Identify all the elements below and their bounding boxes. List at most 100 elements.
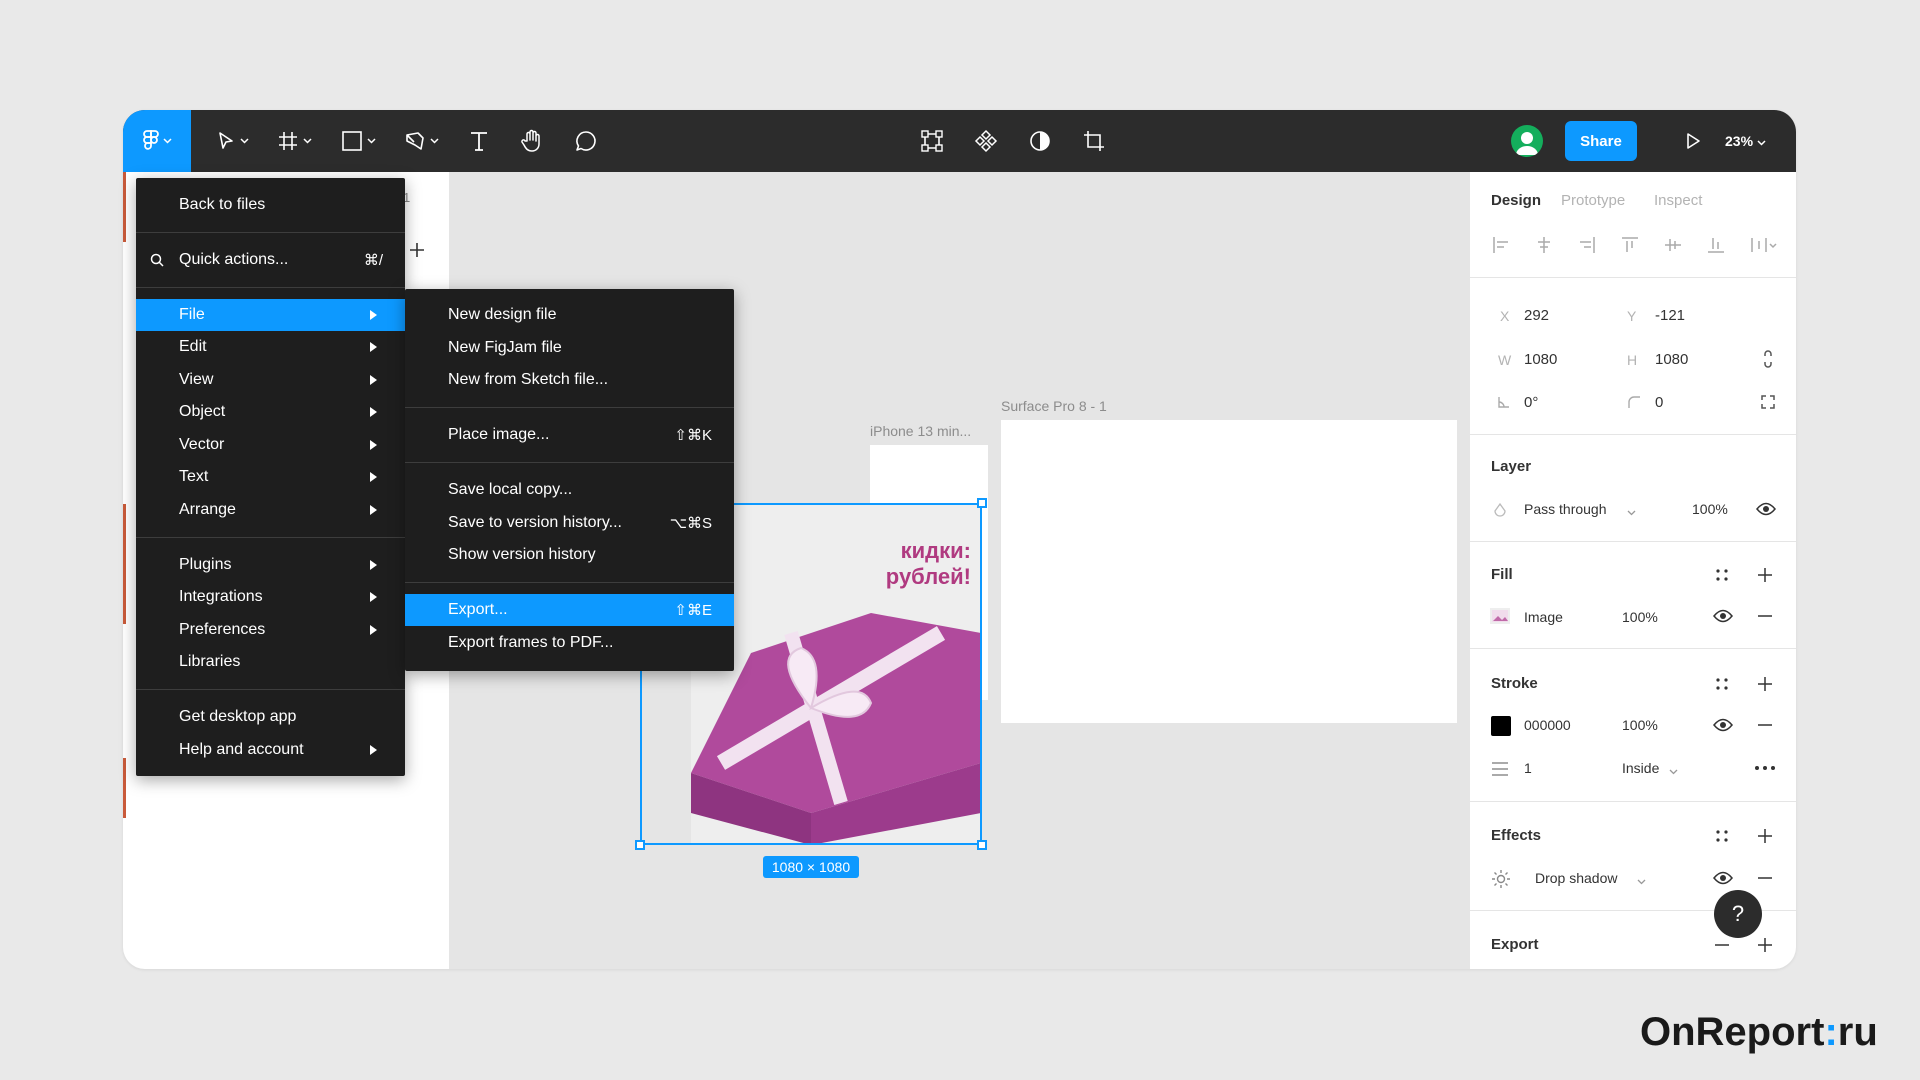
stroke-position-dropdown[interactable]: Inside — [1622, 760, 1659, 776]
frame-label-surface[interactable]: Surface Pro 8 - 1 — [1001, 398, 1107, 414]
fill-opacity-field[interactable]: 100% — [1622, 609, 1658, 625]
menu-item-object[interactable]: Object — [136, 396, 405, 428]
main-menu-button[interactable] — [123, 110, 191, 172]
pen-tool[interactable] — [396, 110, 446, 172]
tab-inspect[interactable]: Inspect — [1654, 192, 1702, 209]
remove-export-icon[interactable] — [1711, 934, 1733, 956]
stroke-color-field[interactable]: 000000 — [1524, 717, 1571, 733]
remove-stroke-icon[interactable] — [1754, 714, 1776, 736]
independent-corners-icon[interactable] — [1758, 392, 1778, 412]
eye-icon[interactable] — [1711, 867, 1735, 889]
effect-type-dropdown[interactable]: Drop shadow — [1535, 870, 1618, 886]
align-bottom-icon[interactable] — [1705, 234, 1727, 256]
transform-icon — [920, 129, 944, 153]
menu-item-new-from-sketch[interactable]: New from Sketch file... — [405, 364, 734, 396]
tab-prototype[interactable]: Prototype — [1561, 192, 1625, 209]
menu-item-label: Back to files — [179, 196, 266, 213]
edit-object-button[interactable] — [912, 110, 952, 172]
h-field[interactable]: 1080 — [1655, 351, 1688, 368]
menu-item-libraries[interactable]: Libraries — [136, 646, 405, 678]
menu-item-text[interactable]: Text — [136, 461, 405, 493]
zoom-dropdown[interactable]: 23% — [1725, 110, 1766, 172]
add-stroke-icon[interactable] — [1754, 673, 1776, 695]
eye-icon[interactable] — [1711, 605, 1735, 627]
menu-item-save-to-version-history[interactable]: Save to version history... ⌥⌘S — [405, 507, 734, 539]
add-effect-icon[interactable] — [1754, 825, 1776, 847]
remove-fill-icon[interactable] — [1754, 605, 1776, 627]
resize-handle-tr[interactable] — [977, 498, 987, 508]
mask-button[interactable] — [1020, 110, 1060, 172]
align-top-icon[interactable] — [1619, 234, 1641, 256]
comment-tool[interactable] — [566, 110, 606, 172]
more-options-icon[interactable] — [1752, 758, 1778, 778]
frame-tool[interactable] — [269, 110, 319, 172]
crop-button[interactable] — [1074, 110, 1114, 172]
resize-handle-br[interactable] — [977, 840, 987, 850]
blend-mode-dropdown[interactable]: Pass through — [1524, 501, 1607, 517]
eye-icon[interactable] — [1754, 498, 1778, 520]
remove-effect-icon[interactable] — [1754, 867, 1776, 889]
menu-item-help-and-account[interactable]: Help and account — [136, 734, 405, 766]
align-center-h-icon[interactable] — [1533, 234, 1555, 256]
add-page-icon[interactable] — [407, 240, 427, 260]
styles-grid-icon[interactable] — [1711, 673, 1733, 695]
menu-item-view[interactable]: View — [136, 364, 405, 396]
menu-item-file[interactable]: File — [136, 299, 405, 331]
move-tool[interactable] — [207, 110, 257, 172]
share-button[interactable]: Share — [1565, 121, 1637, 161]
sun-icon[interactable] — [1490, 868, 1512, 890]
stroke-color-swatch[interactable] — [1491, 716, 1511, 736]
layer-opacity-field[interactable]: 100% — [1692, 501, 1728, 517]
frame-surface-pro[interactable] — [1001, 420, 1457, 723]
resize-handle-bl[interactable] — [635, 840, 645, 850]
text-tool[interactable] — [459, 110, 499, 172]
menu-item-get-desktop-app[interactable]: Get desktop app — [136, 701, 405, 733]
menu-item-preferences[interactable]: Preferences — [136, 614, 405, 646]
stroke-opacity-field[interactable]: 100% — [1622, 717, 1658, 733]
present-button[interactable] — [1673, 110, 1713, 172]
tab-design[interactable]: Design — [1491, 192, 1541, 209]
y-field[interactable]: -121 — [1655, 307, 1685, 324]
rotation-field[interactable]: 0° — [1524, 394, 1538, 411]
menu-item-label: Libraries — [179, 653, 241, 670]
menu-separator — [136, 689, 405, 690]
fill-type[interactable]: Image — [1524, 609, 1563, 625]
add-export-icon[interactable] — [1754, 934, 1776, 956]
styles-grid-icon[interactable] — [1711, 825, 1733, 847]
menu-item-place-image[interactable]: Place image... ⇧⌘K — [405, 419, 734, 451]
menu-item-export-frames-pdf[interactable]: Export frames to PDF... — [405, 627, 734, 659]
menu-separator — [405, 462, 734, 463]
image-fill-swatch[interactable] — [1490, 608, 1510, 624]
menu-item-arrange[interactable]: Arrange — [136, 494, 405, 526]
menu-item-plugins[interactable]: Plugins — [136, 549, 405, 581]
menu-item-export[interactable]: Export... ⇧⌘E — [405, 594, 734, 626]
menu-item-integrations[interactable]: Integrations — [136, 581, 405, 613]
stroke-weight-field[interactable]: 1 — [1524, 760, 1532, 776]
user-avatar[interactable] — [1511, 125, 1543, 157]
menu-item-save-local-copy[interactable]: Save local copy... — [405, 474, 734, 506]
menu-item-new-design-file[interactable]: New design file — [405, 299, 734, 331]
distribute-icon[interactable] — [1748, 234, 1778, 256]
add-fill-icon[interactable] — [1754, 564, 1776, 586]
eye-icon[interactable] — [1711, 714, 1735, 736]
create-component-button[interactable] — [966, 110, 1006, 172]
align-middle-icon[interactable] — [1662, 234, 1684, 256]
styles-grid-icon[interactable] — [1711, 564, 1733, 586]
corner-radius-field[interactable]: 0 — [1655, 394, 1663, 411]
shape-tool[interactable] — [333, 110, 383, 172]
menu-item-quick-actions[interactable]: Quick actions... ⌘/ — [136, 244, 405, 276]
w-field[interactable]: 1080 — [1524, 351, 1557, 368]
menu-item-label: Text — [179, 468, 209, 485]
align-left-icon[interactable] — [1490, 234, 1512, 256]
menu-item-edit[interactable]: Edit — [136, 331, 405, 363]
menu-item-new-figjam-file[interactable]: New FigJam file — [405, 332, 734, 364]
hand-tool[interactable] — [512, 110, 552, 172]
menu-item-back-to-files[interactable]: Back to files — [136, 189, 405, 221]
menu-item-vector[interactable]: Vector — [136, 429, 405, 461]
frame-label-iphone[interactable]: iPhone 13 min... — [870, 423, 971, 439]
help-button[interactable]: ? — [1714, 890, 1762, 938]
x-field[interactable]: 292 — [1524, 307, 1549, 324]
constrain-proportions-icon[interactable] — [1758, 348, 1778, 370]
menu-item-show-version-history[interactable]: Show version history — [405, 539, 734, 571]
align-right-icon[interactable] — [1576, 234, 1598, 256]
